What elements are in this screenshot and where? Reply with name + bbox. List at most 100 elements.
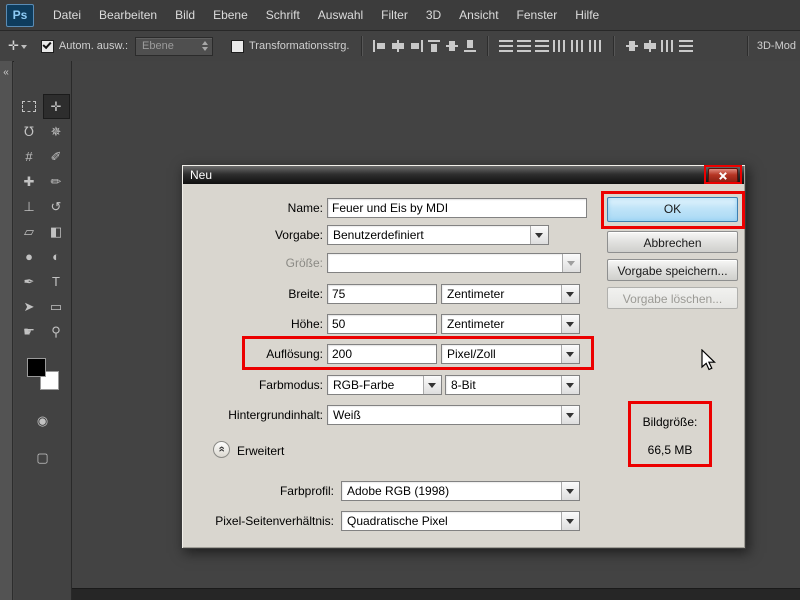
tool-clone-stamp[interactable]: ⊥ xyxy=(16,194,43,219)
menu-item-ebene[interactable]: Ebene xyxy=(204,0,257,30)
advanced-expander-button[interactable]: « xyxy=(213,441,230,458)
align-center-icon[interactable] xyxy=(391,40,405,52)
dodge-icon: ◐ xyxy=(52,249,60,264)
mouse-cursor xyxy=(701,349,716,371)
size-dropdown xyxy=(327,253,581,273)
pixel-aspect-dropdown[interactable]: Quadratische Pixel xyxy=(341,511,580,531)
current-tool-button[interactable]: ✛ xyxy=(8,39,29,53)
menu-item-schrift[interactable]: Schrift xyxy=(257,0,309,30)
menu-item-fenster[interactable]: Fenster xyxy=(508,0,567,30)
height-unit-dropdown[interactable]: Zentimeter xyxy=(441,314,580,334)
auto-select-checkbox[interactable] xyxy=(40,39,54,53)
align-bottom-icon[interactable] xyxy=(463,40,477,52)
width-label: Breite: xyxy=(288,287,323,301)
width-input[interactable]: 75 xyxy=(327,284,437,304)
workspace-label[interactable]: 3D-Mod xyxy=(757,40,796,52)
annotation-close xyxy=(704,165,742,184)
type-icon: T xyxy=(52,274,60,289)
distribute-top-icon[interactable] xyxy=(499,40,514,52)
cancel-button[interactable]: Abbrechen xyxy=(607,231,738,253)
tool-blur[interactable]: ● xyxy=(16,244,43,269)
panel-collapse-strip[interactable]: « xyxy=(0,61,13,600)
name-input[interactable]: Feuer und Eis by MDI xyxy=(327,198,587,218)
tool-rectangular-marquee[interactable] xyxy=(16,94,43,119)
lasso-icon: ℧ xyxy=(24,123,34,139)
color-swatches[interactable] xyxy=(26,358,59,390)
eyedropper-icon: ✐ xyxy=(50,148,62,164)
color-mode-label: Farbmodus: xyxy=(258,378,323,392)
tool-brush[interactable]: ✏ xyxy=(43,169,70,194)
distribute-right-icon[interactable] xyxy=(589,40,604,52)
distribute-middle-icon[interactable] xyxy=(517,40,532,52)
distribute-left-icon[interactable] xyxy=(553,40,568,52)
height-input[interactable]: 50 xyxy=(327,314,437,334)
menu-item-bearbeiten[interactable]: Bearbeiten xyxy=(90,0,166,30)
menu-item-bild[interactable]: Bild xyxy=(166,0,204,30)
tool-crop[interactable]: # xyxy=(16,144,43,169)
background-contents-label: Hintergrundinhalt: xyxy=(228,408,323,422)
tool-move[interactable]: ✛ xyxy=(42,94,70,119)
menu-item-filter[interactable]: Filter xyxy=(372,0,417,30)
tool-healing-brush[interactable]: ✚ xyxy=(16,169,43,194)
tool-shape[interactable]: ▭ xyxy=(43,294,70,319)
tool-gradient[interactable]: ◧ xyxy=(43,219,70,244)
quick-mask-icon: ◉ xyxy=(36,412,49,428)
tool-hand[interactable]: ☛ xyxy=(16,319,43,344)
menu-item-ansicht[interactable]: Ansicht xyxy=(450,0,507,30)
align-right-icon[interactable] xyxy=(409,40,424,52)
pixel-aspect-value: Quadratische Pixel xyxy=(347,514,448,528)
distribute-bottom-icon[interactable] xyxy=(535,40,550,52)
photoshop-logo: Ps xyxy=(6,3,34,27)
foreground-color-swatch[interactable] xyxy=(26,358,46,377)
width-unit-dropdown[interactable]: Zentimeter xyxy=(441,284,580,304)
tool-quick-mask[interactable]: ◉ xyxy=(37,408,48,433)
align-left-icon[interactable] xyxy=(373,40,387,52)
align-middle-icon[interactable] xyxy=(445,40,459,52)
dropdown-arrow-icon xyxy=(561,482,579,500)
tool-pen[interactable]: ✒ xyxy=(16,269,43,294)
dialog-title-bar[interactable]: Neu xyxy=(183,166,744,184)
tool-screen-mode[interactable]: ▢ xyxy=(36,445,48,470)
tool-path-selection[interactable]: ➤ xyxy=(16,294,43,319)
height-label: Höhe: xyxy=(290,317,323,331)
tool-type[interactable]: T xyxy=(43,269,70,294)
color-profile-dropdown[interactable]: Adobe RGB (1998) xyxy=(341,481,580,501)
dropdown-arrow-icon xyxy=(530,226,548,244)
distribute-center-icon[interactable] xyxy=(571,40,586,52)
healing-brush-icon: ✚ xyxy=(23,173,35,189)
zoom-icon: ⚲ xyxy=(51,323,61,339)
menu-item-datei[interactable]: Datei xyxy=(44,0,90,30)
quick-selection-icon: ✵ xyxy=(50,123,62,139)
color-mode-value: RGB-Farbe xyxy=(333,378,395,392)
save-preset-button[interactable]: Vorgabe speichern... xyxy=(607,259,738,281)
color-profile-value: Adobe RGB (1998) xyxy=(347,484,450,498)
image-size-value: 66,5 MB xyxy=(647,443,693,457)
tool-dodge[interactable]: ◐ xyxy=(43,244,70,269)
tool-eraser[interactable]: ▱ xyxy=(16,219,43,244)
tool-lasso[interactable]: ℧ xyxy=(16,119,43,144)
tool-zoom[interactable]: ⚲ xyxy=(43,319,70,344)
distribute-spacing-v-icon[interactable] xyxy=(625,40,639,52)
transform-controls-checkbox[interactable] xyxy=(231,39,244,53)
tool-history-brush[interactable]: ↺ xyxy=(43,194,70,219)
menu-item-hilfe[interactable]: Hilfe xyxy=(566,0,608,30)
gradient-icon: ◧ xyxy=(49,223,63,239)
auto-align-icon[interactable] xyxy=(661,40,676,52)
dialog-title: Neu xyxy=(190,168,213,182)
distribute-spacing-h-icon[interactable] xyxy=(643,40,657,52)
tool-quick-selection[interactable]: ✵ xyxy=(43,119,70,144)
preset-dropdown[interactable]: Benutzerdefiniert xyxy=(327,225,549,245)
bit-depth-dropdown[interactable]: 8-Bit xyxy=(445,375,580,395)
shape-icon: ▭ xyxy=(49,298,63,314)
tool-eyedropper[interactable]: ✐ xyxy=(43,144,70,169)
color-mode-dropdown[interactable]: RGB-Farbe xyxy=(327,375,442,395)
menu-item-3d[interactable]: 3D xyxy=(417,0,450,30)
dropdown-arrow-icon xyxy=(561,315,579,333)
auto-blend-icon[interactable] xyxy=(679,40,694,52)
background-contents-dropdown[interactable]: Weiß xyxy=(327,405,580,425)
menu-item-auswahl[interactable]: Auswahl xyxy=(309,0,372,30)
align-top-icon[interactable] xyxy=(427,40,441,52)
auto-select-target-dropdown[interactable]: Ebene xyxy=(135,36,213,56)
dropdown-arrow-icon xyxy=(561,376,579,394)
tool-grid: ✛ ℧ ✵ # ✐ ✚ ✏ ⊥ ↺ ▱ ◧ ● ◐ ✒ T ➤ ▭ ☛ ⚲ xyxy=(14,61,71,344)
